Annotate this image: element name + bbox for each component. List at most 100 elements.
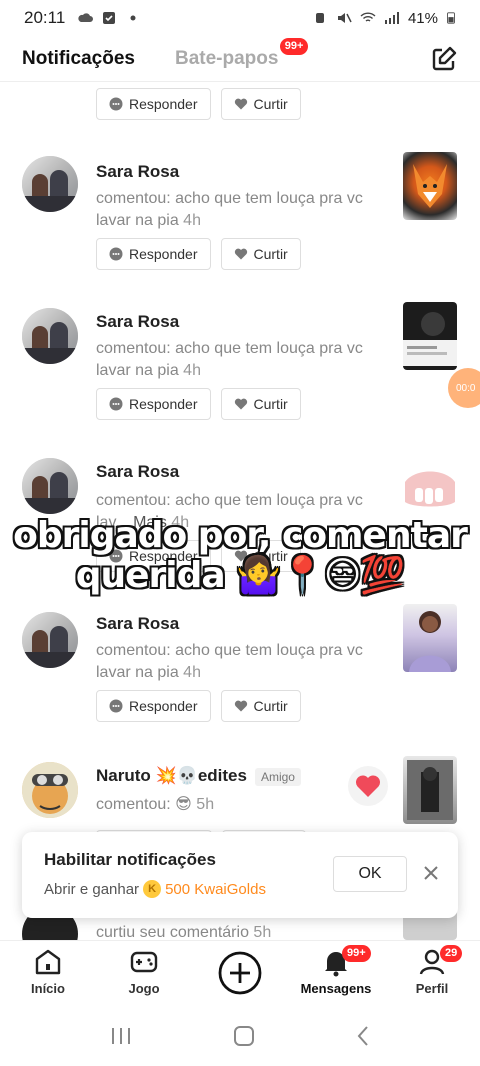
comment-text: curtiu seu comentário 5h [96,924,272,940]
caption-line-1: obrigado por, comentar [13,515,468,556]
bottom-navigation: Início Jogo Mensagens 99+ Perfil 29 [0,940,480,1006]
fox-image [413,164,447,208]
like-button[interactable]: Curtir [220,388,301,420]
time-ago: 4h [183,362,201,379]
messages-badge: 99+ [342,945,371,962]
chat-bubble-icon [109,699,123,713]
tab-chats-label: Bate-papos [174,47,279,69]
gamepad-icon [130,951,158,973]
compose-icon[interactable] [430,45,458,73]
time-ago: 4h [183,212,201,229]
like-label: Curtir [253,246,288,262]
comment-text: comentou: acho que tem louça pra vc lava… [96,190,363,229]
kwaigold-coin-icon: K [143,880,162,898]
nav-game[interactable]: Jogo [104,947,184,996]
like-button[interactable]: Curtir [220,690,301,722]
post-thumbnail[interactable] [403,152,457,220]
avatar[interactable] [22,762,78,818]
user-name[interactable]: Sara Rosa [96,462,179,482]
cloud-icon [78,13,94,22]
avatar[interactable] [22,612,78,668]
comment-text: comentou: 😎 5h [96,796,215,813]
action-row: Responder Curtir [96,388,301,420]
status-time: 20:11 [24,8,66,27]
reply-button[interactable]: Responder [96,238,211,270]
like-button[interactable]: Curtir [220,88,301,120]
reply-button[interactable]: Responder [96,690,211,722]
chat-bubble-icon [109,97,123,111]
action-row: Responder Curtir [96,690,301,722]
action-row: Responder Curtir [96,238,301,270]
comment-text: comentou: acho que tem louça pra vc lava… [96,642,363,681]
avatar-post-image [407,760,453,820]
recent-apps-icon[interactable] [110,1026,132,1046]
like-button[interactable]: Curtir [220,238,301,270]
profile-badge: 29 [440,945,463,962]
post-thumbnail[interactable] [403,302,457,370]
person-photo-image [409,611,451,672]
avatar[interactable] [22,308,78,364]
system-navigation [0,1006,480,1066]
avatar[interactable] [22,156,78,212]
home-button-icon[interactable] [233,1025,255,1047]
heart-icon [234,700,247,712]
toast-title: Habilitar notificações [44,850,216,869]
like-label: Curtir [253,96,288,112]
dot-icon [130,15,136,21]
ok-button[interactable]: OK [333,856,407,892]
heart-filled-icon [355,775,381,797]
home-icon [35,949,61,975]
liked-heart-button[interactable] [348,766,388,806]
nav-game-label: Jogo [128,981,160,996]
heart-icon [234,98,247,110]
user-name[interactable]: Sara Rosa [96,312,179,332]
user-name[interactable]: Naruto 💥💀edites Amigo [96,766,301,786]
create-post-button[interactable] [218,951,262,995]
back-icon[interactable] [356,1025,370,1047]
reply-button[interactable]: Responder [96,88,211,120]
header: Notificações Bate-papos 99+ [0,36,480,82]
nav-home-label: Início [31,981,65,996]
mute-icon [337,13,352,23]
reward-text: 500 KwaiGolds [165,880,266,898]
notification-list[interactable]: Responder Curtir Sara Rosa comentou: ach… [0,82,480,940]
nav-messages[interactable]: Mensagens 99+ [296,945,376,996]
signal-icon [384,12,399,24]
post-thumbnail[interactable] [403,604,457,672]
reply-label: Responder [129,698,198,714]
user-name[interactable]: Sara Rosa [96,162,179,182]
time-ago: 5h [253,924,272,940]
like-label: Curtir [253,698,288,714]
battery-percent: 41% [407,9,438,27]
nav-messages-label: Mensagens [300,981,372,996]
cartoon-avatar-image [22,762,78,818]
post-thumbnail[interactable] [403,756,457,824]
nav-home[interactable]: Início [8,947,88,996]
battery-icon [447,12,455,24]
dark-post-image [403,312,457,366]
overlay-caption: obrigado por, comentar querida 🤷‍♀️📍😒💯 [0,516,480,596]
time-ago: 5h [196,796,215,813]
reply-button[interactable]: Responder [96,388,211,420]
nav-profile[interactable]: Perfil 29 [392,945,472,996]
toast-subtitle: Abrir e ganhar K 500 KwaiGolds [44,880,266,898]
reply-label: Responder [129,246,198,262]
close-icon[interactable] [420,862,442,884]
avatar[interactable] [22,458,78,514]
action-row: Responder Curtir [96,88,301,120]
reply-label: Responder [129,396,198,412]
tab-notifications[interactable]: Notificações [22,48,135,70]
chats-badge: 99+ [279,37,309,55]
nav-profile-label: Perfil [415,981,449,996]
checkbox-icon [103,12,116,24]
wifi-icon [360,12,376,22]
caption-line-2: querida 🤷‍♀️📍😒💯 [75,555,406,596]
floating-timer-bubble[interactable]: 00:0 [448,368,480,408]
enable-notifications-toast: Habilitar notificações Abrir e ganhar K … [22,832,458,918]
friend-tag: Amigo [254,767,301,786]
heart-icon [234,248,247,260]
user-name[interactable]: Sara Rosa [96,614,179,634]
reply-label: Responder [129,96,198,112]
tab-chats[interactable]: Bate-papos 99+ [174,37,309,70]
chat-bubble-icon [109,397,123,411]
